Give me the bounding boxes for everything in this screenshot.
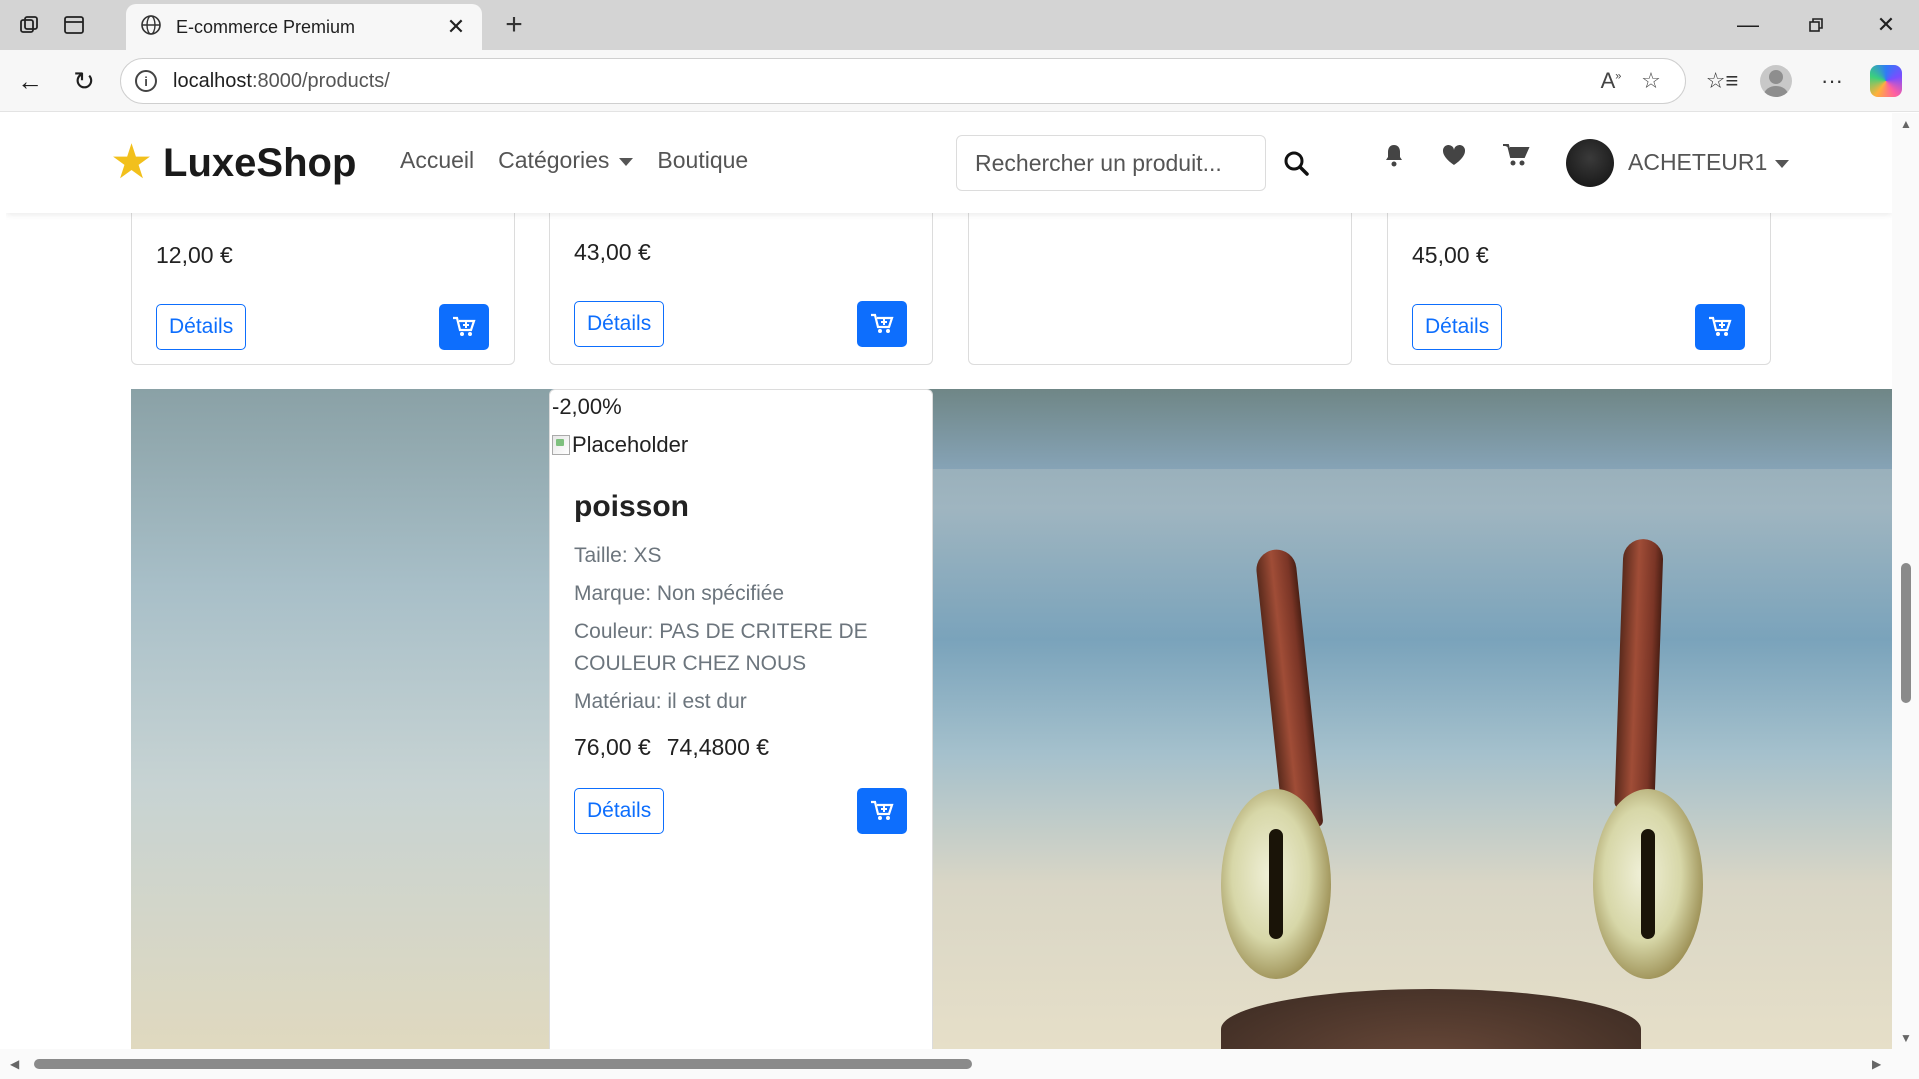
details-button[interactable]: Détails — [156, 304, 247, 350]
product-size: Taille: XS — [574, 544, 662, 567]
cart-plus-icon — [871, 313, 894, 333]
info-icon[interactable]: i — [135, 70, 157, 92]
copilot-icon[interactable] — [1866, 64, 1906, 98]
cart-plus-icon — [1709, 316, 1732, 336]
vertical-scroll-thumb[interactable] — [1901, 563, 1911, 703]
user-menu[interactable]: ACHETEUR1 — [1628, 149, 1790, 176]
product-image-alt: Placeholder — [572, 432, 689, 457]
scroll-right-icon[interactable]: ▶ — [1872, 1057, 1881, 1071]
product-photo-crab — [131, 389, 1892, 1049]
heart-icon[interactable] — [1434, 135, 1474, 175]
add-to-cart-button[interactable] — [857, 788, 907, 834]
avatar[interactable] — [1566, 139, 1614, 187]
add-to-cart-button[interactable] — [1695, 304, 1745, 350]
nav-shop[interactable]: Boutique — [657, 147, 748, 174]
add-to-cart-button[interactable] — [857, 301, 907, 347]
product-price: 45,00 € — [1412, 242, 1489, 268]
product-color: Couleur: PAS DE CRITERE DE COULEUR CHEZ … — [574, 620, 868, 675]
tab-title: E-commerce Premium — [176, 16, 356, 37]
product-prices: 76,00 € 74,4800 € — [574, 734, 769, 761]
search-icon[interactable] — [1276, 143, 1316, 183]
product-price: 12,00 € — [156, 242, 233, 268]
bell-icon[interactable] — [1374, 135, 1414, 175]
more-icon[interactable]: ··· — [1812, 64, 1852, 98]
username: ACHETEUR1 — [1628, 149, 1768, 175]
favorites-icon[interactable]: ☆≡ — [1702, 64, 1742, 98]
nav-categories-dropdown[interactable]: Catégories — [498, 147, 634, 174]
address-bar: ← ↻ i localhost:8000/products/ A» ☆ ☆≡ ·… — [0, 50, 1919, 112]
details-button[interactable]: Détails — [574, 301, 665, 347]
star-icon: ★ — [110, 136, 154, 189]
reload-icon[interactable]: ↻ — [66, 64, 102, 98]
main-nav: Accueil Catégories Boutique — [400, 147, 748, 174]
close-icon[interactable]: ✕ — [444, 14, 468, 40]
product-brand: Marque: Non spécifiée — [574, 582, 785, 605]
cart-icon[interactable] — [1496, 135, 1536, 175]
details-button[interactable]: Détails — [1412, 304, 1503, 350]
scroll-left-icon[interactable]: ◀ — [10, 1057, 19, 1071]
product-title: poisson — [574, 490, 690, 523]
product-price: 43,00 € — [574, 239, 651, 265]
scroll-up-icon[interactable]: ▲ — [1900, 117, 1912, 131]
minimize-icon[interactable]: — — [1718, 8, 1778, 42]
add-to-cart-button[interactable] — [439, 304, 489, 350]
plus-icon[interactable]: + — [496, 8, 532, 42]
discount-badge: -2,00% — [552, 394, 622, 419]
read-aloud-icon[interactable]: A» — [1591, 68, 1631, 94]
brand-name: LuxeShop — [163, 140, 357, 185]
browser-tab-bar: E-commerce Premium ✕ + — ✕ — [0, 0, 1919, 50]
search-input[interactable]: Rechercher un produit... — [956, 135, 1266, 191]
product-material: Matériau: il est dur — [574, 690, 747, 713]
brand-logo[interactable]: ★ LuxeShop — [110, 139, 356, 187]
chevron-down-icon — [1775, 159, 1790, 168]
profile-icon[interactable] — [1756, 64, 1796, 98]
old-price: 76,00 € — [574, 734, 651, 760]
restore-icon[interactable] — [1786, 8, 1846, 42]
cart-plus-icon — [871, 800, 894, 820]
site-navbar: ★ LuxeShop Accueil Catégories Boutique R… — [6, 113, 1892, 213]
browser-tab[interactable]: E-commerce Premium ✕ — [126, 4, 482, 50]
url-host: localhost — [173, 69, 252, 92]
favorite-star-icon[interactable]: ☆ — [1631, 68, 1671, 94]
nav-home[interactable]: Accueil — [400, 147, 474, 174]
horizontal-scroll-thumb[interactable] — [34, 1059, 972, 1069]
nav-categories-label: Catégories — [498, 147, 610, 173]
product-image[interactable]: Placeholder — [552, 432, 688, 458]
cart-plus-icon — [453, 316, 476, 336]
workspaces-icon[interactable] — [12, 10, 48, 40]
window-close-icon[interactable]: ✕ — [1856, 8, 1916, 42]
vertical-tabs-icon[interactable] — [56, 10, 92, 40]
url-field[interactable]: i localhost:8000/products/ A» ☆ — [120, 58, 1686, 104]
back-icon[interactable]: ← — [12, 64, 48, 98]
horizontal-scrollbar[interactable]: ◀ ▶ — [0, 1049, 1919, 1079]
broken-image-icon — [552, 435, 570, 455]
globe-icon — [140, 14, 162, 41]
scroll-down-icon[interactable]: ▼ — [1900, 1031, 1912, 1045]
details-button[interactable]: Détails — [574, 788, 665, 834]
vertical-scrollbar[interactable]: ▲ ▼ — [1892, 113, 1919, 1049]
chevron-down-icon — [619, 157, 634, 166]
page-viewport: 12,00 € Détails 43,00 € Détails 45,00 € … — [6, 113, 1892, 1049]
new-price: 74,4800 € — [666, 734, 770, 760]
url-text[interactable]: localhost:8000/products/ — [173, 70, 1591, 93]
url-path: :8000/products/ — [251, 69, 390, 92]
product-card-poisson: -2,00% Placeholder poisson Taille: XS Ma… — [549, 389, 933, 1049]
